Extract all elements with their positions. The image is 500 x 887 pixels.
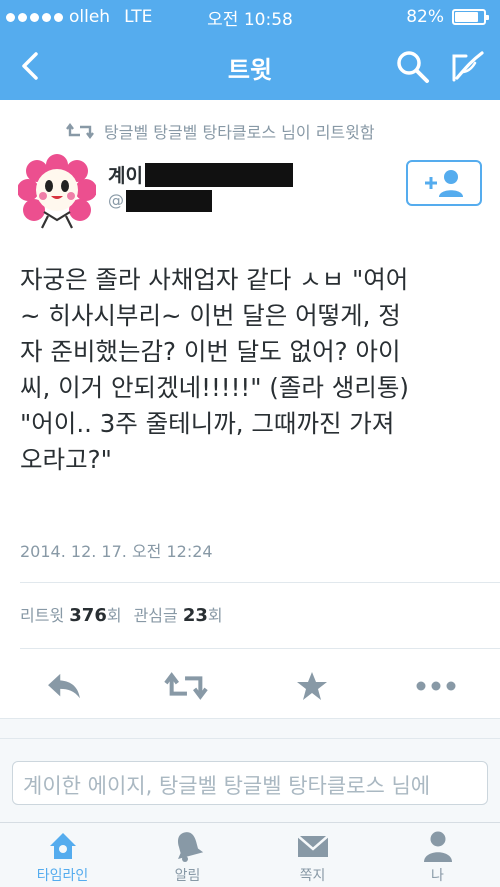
retweet-context[interactable]: 탕글벨 탕글벨 탕타클로스 님이 리트윗함: [66, 118, 375, 144]
tab-timeline[interactable]: 타임라인: [0, 823, 125, 887]
avatar[interactable]: [17, 154, 97, 232]
divider: [20, 582, 500, 583]
favorite-unit: 회: [207, 606, 223, 625]
tab-notifications-label: 알림: [174, 868, 201, 884]
search-icon: [397, 51, 429, 83]
favorite-count: 23: [182, 605, 208, 626]
flower-avatar-icon: [17, 154, 97, 229]
reply-bar: 계이한 에이지, 탕글벨 탕글벨 탕타클로스 님에: [0, 738, 500, 822]
favorite-stat-label: 관심글: [133, 606, 178, 625]
person-icon: [423, 831, 452, 862]
reply-icon: [48, 673, 80, 699]
add-user-icon: [425, 170, 463, 197]
redaction-bar: [144, 163, 293, 187]
retweet-unit: 회: [106, 606, 122, 625]
search-button[interactable]: [394, 48, 432, 86]
retweet-button[interactable]: [164, 664, 208, 708]
status-right: 82%: [406, 7, 489, 27]
compose-button[interactable]: [448, 48, 486, 86]
back-button[interactable]: [14, 48, 50, 84]
chevron-left-icon: [22, 52, 38, 80]
retweet-stat-label: 리트윗: [20, 606, 65, 625]
battery-fill: [455, 12, 478, 22]
author-handle[interactable]: @: [108, 190, 212, 212]
retweet-icon: [164, 672, 208, 700]
nav-bar: 트윗: [0, 34, 500, 100]
favorite-button[interactable]: [290, 664, 334, 708]
envelope-icon: [296, 835, 329, 857]
tab-messages[interactable]: 쪽지: [250, 823, 375, 887]
battery-percent: 82%: [406, 7, 444, 27]
retweet-small-icon: [66, 123, 94, 139]
home-icon: [49, 833, 76, 859]
tab-notifications[interactable]: 알림: [125, 823, 250, 887]
reply-input[interactable]: 계이한 에이지, 탕글벨 탕글벨 탕타클로스 님에: [12, 761, 488, 805]
status-bar: olleh LTE 오전 10:58 82%: [0, 0, 500, 34]
reply-button[interactable]: [42, 664, 86, 708]
tab-bar: 타임라인 알림 쪽지 나: [0, 822, 500, 887]
tab-me[interactable]: 나: [375, 823, 500, 887]
section-gap: [0, 718, 500, 738]
retweet-stat[interactable]: 리트윗 376회: [20, 602, 122, 626]
favorite-stat[interactable]: 관심글 23회: [134, 602, 223, 626]
tweet-actions: [0, 664, 500, 708]
tab-messages-label: 쪽지: [299, 868, 326, 884]
redaction-bar: [126, 190, 212, 212]
status-left: olleh LTE: [6, 7, 152, 27]
author-handle-prefix: @: [108, 190, 124, 210]
more-button[interactable]: [414, 664, 458, 708]
tweet-stats: 리트윗 376회 관심글 23회: [20, 602, 223, 626]
battery-icon: [452, 9, 489, 25]
divider: [20, 648, 500, 649]
signal-dots-icon: [6, 12, 63, 22]
author-name-text: 계이: [108, 165, 143, 187]
carrier-label: olleh: [69, 7, 111, 27]
retweet-count: 376: [69, 605, 107, 626]
network-label: LTE: [124, 7, 153, 27]
bell-icon: [177, 832, 203, 862]
more-dots-icon: [416, 681, 456, 691]
follow-button[interactable]: [406, 160, 482, 206]
retweet-context-label: 탕글벨 탕글벨 탕타클로스 님이 리트윗함: [104, 123, 375, 142]
star-icon: [297, 672, 327, 700]
tweet-text: 자궁은 졸라 사채업자 같다 ㅅㅂ "여어 ~ 히사시부리~ 이번 달은 어떻게…: [20, 265, 409, 474]
compose-tweet-icon: [452, 51, 484, 82]
tab-me-label: 나: [431, 868, 444, 884]
tweet-timestamp: 2014. 12. 17. 오전 12:24: [20, 542, 213, 561]
author-name[interactable]: 계이: [108, 161, 293, 187]
tab-timeline-label: 타임라인: [36, 868, 89, 884]
